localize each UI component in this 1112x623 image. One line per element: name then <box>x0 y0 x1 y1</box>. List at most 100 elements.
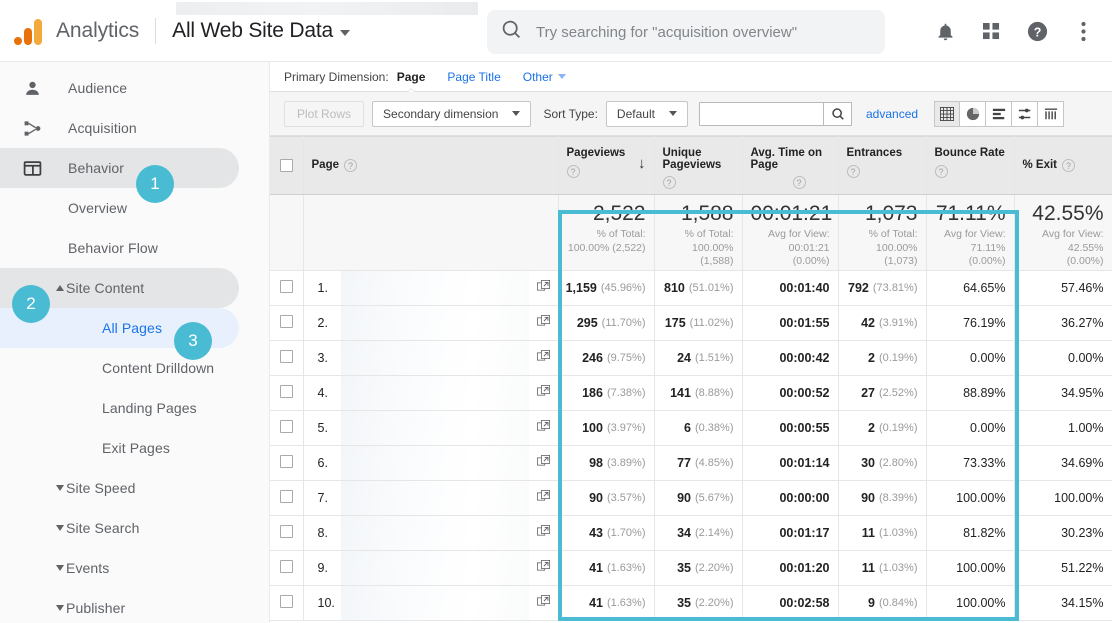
row-select-cell <box>270 270 304 306</box>
sidebar-item-label: Site Content <box>66 280 145 296</box>
open-external-icon[interactable] <box>536 560 550 576</box>
pivot-view-icon[interactable] <box>1038 100 1065 127</box>
sidebar-item-overview[interactable]: Overview <box>0 188 239 228</box>
row-select-cell <box>270 585 304 621</box>
primary-dimension-page-title[interactable]: Page Title <box>447 70 500 84</box>
global-search-box[interactable]: Try searching for "acquisition overview" <box>487 10 885 54</box>
help-icon[interactable]: ? <box>1062 159 1076 172</box>
help-icon[interactable]: ? <box>566 165 580 178</box>
unique-pageviews-value: 6 <box>684 421 691 435</box>
table-search-button[interactable] <box>824 101 852 126</box>
sidebar-item-exit-pages[interactable]: Exit Pages <box>0 428 239 468</box>
entrances-pct: (1.03%) <box>878 562 918 574</box>
column-header-entrances[interactable]: Entrances ? <box>838 136 927 195</box>
entrances-pct: (8.39%) <box>878 492 918 504</box>
pie-view-icon[interactable] <box>960 100 987 127</box>
help-icon[interactable]: ? <box>934 165 948 178</box>
select-all-checkbox[interactable] <box>279 159 293 172</box>
view-selector[interactable]: All Web Site Data <box>172 19 350 43</box>
row-checkbox[interactable] <box>279 490 293 503</box>
table-row[interactable]: 5. 100 (3.97%) 6 (0.38%) 00:00:55 2 (0.19%) 0.00… <box>270 410 1112 446</box>
avg-time-cell: 00:01:17 <box>742 515 839 551</box>
column-header-avg-time-on-page[interactable]: Avg. Time on Page ? <box>742 136 839 195</box>
column-header-unique-pageviews[interactable]: Unique Pageviews ? <box>654 136 743 195</box>
sidebar-item-behavior-flow[interactable]: Behavior Flow <box>0 228 239 268</box>
open-external-icon[interactable] <box>536 420 550 436</box>
bar-view-icon[interactable] <box>986 100 1013 127</box>
table-row[interactable]: 2. 295 (11.70%) 175 (11.02%) 00:01:55 42 (3.91%… <box>270 305 1112 341</box>
column-header-pageviews[interactable]: Pageviews ? ↓ <box>558 136 655 195</box>
bounce-rate-cell: 73.33% <box>926 445 1015 481</box>
sidebar-group-events[interactable]: Events <box>0 548 239 588</box>
open-external-icon[interactable] <box>536 315 550 331</box>
row-checkbox[interactable] <box>279 280 293 293</box>
column-label: Unique Pageviews <box>662 147 722 171</box>
table-row[interactable]: 1. 1,159 (45.96%) 810 (51.01%) 00:01:40 792 (73… <box>270 270 1112 306</box>
column-header-page[interactable]: Page ? <box>303 136 559 195</box>
apps-grid-icon[interactable] <box>976 16 1006 46</box>
bell-icon[interactable] <box>930 16 960 46</box>
table-search-input[interactable] <box>699 101 824 126</box>
bounce-rate-value: 100.00% <box>956 491 1006 505</box>
sidebar-group-site-search[interactable]: Site Search <box>0 508 239 548</box>
open-external-icon[interactable] <box>536 490 550 506</box>
sort-desc-icon[interactable]: ↓ <box>638 155 646 172</box>
help-icon[interactable]: ? <box>792 176 806 189</box>
sidebar-group-site-speed[interactable]: Site Speed <box>0 468 239 508</box>
open-external-icon[interactable] <box>536 385 550 401</box>
more-vert-icon[interactable] <box>1068 16 1098 46</box>
open-external-icon[interactable] <box>536 595 550 611</box>
comparison-view-icon[interactable] <box>1012 100 1039 127</box>
plot-rows-button[interactable]: Plot Rows <box>284 100 365 127</box>
open-external-icon[interactable] <box>536 525 550 541</box>
sidebar-item-acquisition[interactable]: Acquisition <box>0 108 239 148</box>
unique-pageviews-value: 24 <box>677 351 691 365</box>
primary-dimension-other[interactable]: Other <box>523 70 566 84</box>
entrances-value: 11 <box>861 561 875 575</box>
open-external-icon[interactable] <box>536 350 550 366</box>
sidebar-item-audience[interactable]: Audience <box>0 68 239 108</box>
sidebar-item-label: Publisher <box>66 600 126 616</box>
row-checkbox[interactable] <box>279 315 293 328</box>
sort-type-select[interactable]: Default <box>605 100 688 127</box>
global-search-input[interactable]: Try searching for "acquisition overview" <box>536 24 797 41</box>
bounce-rate-value: 100.00% <box>956 596 1006 610</box>
column-header-exit-pct[interactable]: % Exit ? <box>1014 136 1112 195</box>
help-icon[interactable]: ? <box>344 159 357 172</box>
table-row[interactable]: 6. 98 (3.89%) 77 (4.85%) 00:01:14 30 (2.80%) 73.… <box>270 445 1112 481</box>
row-checkbox[interactable] <box>279 595 293 608</box>
row-checkbox[interactable] <box>279 455 293 468</box>
sidebar-group-publisher[interactable]: Publisher <box>0 588 239 623</box>
sidebar-item-behavior[interactable]: Behavior <box>0 148 239 188</box>
table-row[interactable]: 8. 43 (1.70%) 34 (2.14%) 00:01:17 11 (1.03%) 81.… <box>270 515 1112 551</box>
exit-pct-cell: 34.15% <box>1014 585 1112 621</box>
table-row[interactable]: 3. 246 (9.75%) 24 (1.51%) 00:00:42 2 (0.19%) 0.0… <box>270 340 1112 376</box>
open-external-icon[interactable] <box>536 455 550 471</box>
open-external-icon[interactable] <box>536 280 550 296</box>
secondary-dimension-button[interactable]: Secondary dimension <box>372 100 532 127</box>
advanced-filter-link[interactable]: advanced <box>866 107 918 121</box>
entrances-value: 2 <box>868 421 875 435</box>
chevron-down-icon <box>339 29 350 36</box>
unique-pageviews-cell: 175 (11.02%) <box>654 305 743 341</box>
row-checkbox[interactable] <box>279 525 293 538</box>
row-checkbox[interactable] <box>279 385 293 398</box>
column-header-bounce-rate[interactable]: Bounce Rate ? <box>926 136 1015 195</box>
table-row[interactable]: 4. 186 (7.38%) 141 (8.88%) 00:00:52 27 (2.52%) 8… <box>270 375 1112 411</box>
table-view-icon[interactable] <box>934 100 961 127</box>
row-checkbox[interactable] <box>279 560 293 573</box>
help-icon[interactable]: ? <box>1022 16 1052 46</box>
row-checkbox[interactable] <box>279 420 293 433</box>
unique-pageviews-pct: (2.20%) <box>694 597 734 609</box>
table-row[interactable]: 9. 41 (1.63%) 35 (2.20%) 00:01:20 11 (1.03%) 100… <box>270 550 1112 586</box>
entrances-cell: 30 (2.80%) <box>838 445 927 481</box>
sidebar-item-landing-pages[interactable]: Landing Pages <box>0 388 239 428</box>
help-icon[interactable]: ? <box>662 176 676 189</box>
redacted-page-url <box>340 551 529 585</box>
table-row[interactable]: 10. 41 (1.63%) 35 (2.20%) 00:02:58 9 (0.84%) 100… <box>270 585 1112 621</box>
row-checkbox[interactable] <box>279 350 293 363</box>
help-icon[interactable]: ? <box>846 165 860 178</box>
unique-pageviews-value: 35 <box>677 561 691 575</box>
primary-dimension-selected[interactable]: Page <box>397 70 426 84</box>
table-row[interactable]: 7. 90 (3.57%) 90 (5.67%) 00:00:00 90 (8.39%) 100… <box>270 480 1112 516</box>
